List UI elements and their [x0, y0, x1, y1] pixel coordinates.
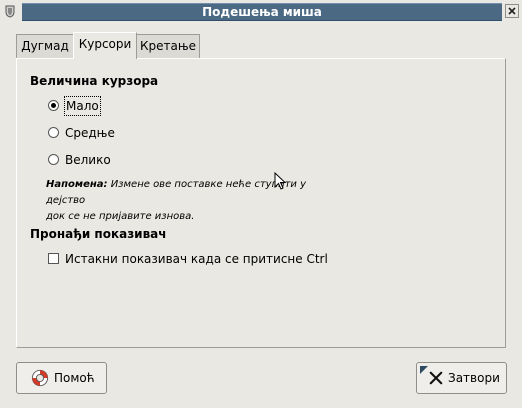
radio-medium-indicator[interactable] — [48, 127, 59, 138]
radio-medium[interactable]: Средње — [48, 124, 168, 142]
tab-motion-label: Кретање — [139, 39, 197, 53]
highlight-pointer-checkbox[interactable] — [48, 253, 59, 264]
radio-large-indicator[interactable] — [48, 154, 59, 165]
tab-cursors[interactable]: Курсори — [73, 32, 137, 59]
restart-note: Напомена: Измене ове поставке неће ступи… — [46, 177, 346, 225]
lifebuoy-icon — [31, 369, 49, 387]
radio-small-label: Мало — [64, 96, 101, 116]
radio-medium-label: Средње — [65, 126, 115, 140]
help-button-label: Помоћ — [54, 371, 95, 385]
window-menu-icon[interactable] — [4, 4, 16, 18]
close-window-icon[interactable] — [505, 4, 519, 18]
cursor-size-heading: Величина курзора — [30, 74, 159, 88]
locate-pointer-heading: Пронађи показивач — [30, 227, 167, 241]
radio-large[interactable]: Велико — [48, 151, 168, 169]
highlight-pointer-checkbox-row[interactable]: Истакни показивач када се притисне Ctrl — [48, 250, 328, 268]
button-corner-marker — [420, 366, 428, 374]
tab-buttons-label: Дугмад — [21, 39, 69, 53]
note-prefix: Напомена: — [46, 179, 108, 190]
close-button[interactable]: Затвори — [416, 362, 507, 394]
radio-small[interactable]: Мало — [48, 96, 168, 116]
mouse-pointer-icon — [274, 172, 287, 190]
radio-large-label: Велико — [65, 153, 111, 167]
tab-motion[interactable]: Кретање — [136, 34, 200, 58]
window-title: Подешења миша — [202, 5, 322, 19]
tab-cursors-label: Курсори — [78, 37, 132, 51]
mouse-preferences-window: Подешења миша Дугмад Курсори Кретање Вел… — [0, 0, 522, 408]
close-x-icon — [429, 371, 443, 385]
highlight-pointer-label: Истакни показивач када се притисне Ctrl — [65, 252, 328, 266]
note-line2: док се не пријавите изнова. — [46, 211, 195, 222]
title-strip[interactable]: Подешења миша — [22, 3, 502, 21]
close-button-label: Затвори — [448, 371, 500, 385]
tab-buttons[interactable]: Дугмад — [16, 34, 74, 58]
help-button[interactable]: Помоћ — [16, 362, 107, 394]
radio-small-indicator[interactable] — [48, 100, 59, 111]
titlebar: Подешења миша — [0, 0, 522, 22]
